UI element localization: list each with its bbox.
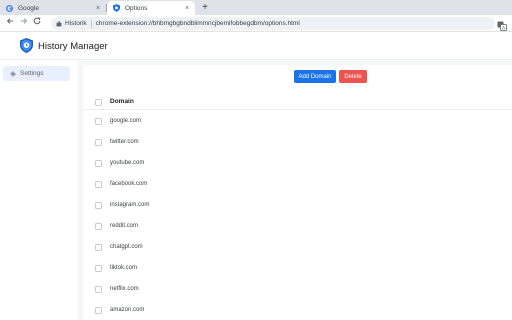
table-row: google.com xyxy=(83,111,512,132)
row-checkbox[interactable] xyxy=(95,118,102,125)
domain-cell: twitter.com xyxy=(110,139,139,145)
table-row: youtube.com xyxy=(83,153,512,174)
table-row: reddit.com xyxy=(83,216,512,237)
row-checkbox[interactable] xyxy=(95,202,102,209)
tab-google[interactable]: Google × xyxy=(0,1,106,15)
domain-cell: netflix.com xyxy=(110,286,139,292)
delete-button[interactable]: Delete xyxy=(339,70,367,83)
domain-cell: tiktok.com xyxy=(110,265,138,271)
sidebar-item-label: Settings xyxy=(20,70,44,77)
domain-cell: chatgpt.com xyxy=(110,244,143,250)
table-header: Domain xyxy=(83,94,512,110)
browser-toolbar: Historik chrome-extension://bhbmgbgbndbl… xyxy=(0,15,512,32)
extension-options-page: History Manager Settings Add Domain Dele… xyxy=(0,33,512,320)
url-text: chrome-extension://bhbmgbgbndblimmncjbem… xyxy=(95,20,300,27)
row-checkbox[interactable] xyxy=(95,307,102,314)
back-icon[interactable] xyxy=(4,17,16,29)
shield-icon xyxy=(113,4,120,12)
row-checkbox[interactable] xyxy=(95,286,102,293)
gear-icon xyxy=(10,71,16,76)
address-bar[interactable]: Historik chrome-extension://bhbmgbgbndbl… xyxy=(51,17,495,30)
tab-title: Options xyxy=(125,4,148,12)
forward-icon[interactable] xyxy=(18,17,30,29)
site-info-chip[interactable]: Historik xyxy=(56,19,92,28)
table-row: amazon.com xyxy=(83,300,512,320)
new-tab-button[interactable]: + xyxy=(199,1,211,14)
row-checkbox[interactable] xyxy=(95,181,102,188)
shield-logo-icon xyxy=(20,38,33,53)
translate-icon[interactable]: A xyxy=(497,18,507,31)
domain-cell: youtube.com xyxy=(110,160,145,166)
close-tab-icon[interactable]: × xyxy=(93,5,103,12)
row-checkbox[interactable] xyxy=(95,265,102,272)
app-header: History Manager xyxy=(0,33,512,60)
table-row: facebook.com xyxy=(83,174,512,195)
site-chip-label: Historik xyxy=(65,20,87,27)
reload-icon[interactable] xyxy=(31,17,43,29)
domain-cell: google.com xyxy=(110,118,142,124)
table-row: netflix.com xyxy=(83,279,512,300)
row-checkbox[interactable] xyxy=(95,223,102,230)
table-row: twitter.com xyxy=(83,132,512,153)
sidebar-item-settings[interactable]: Settings xyxy=(3,66,70,81)
domain-cell: instagram.com xyxy=(110,202,150,208)
select-all-checkbox[interactable] xyxy=(95,99,102,106)
sidebar: Settings xyxy=(0,61,78,320)
extension-puzzle-icon xyxy=(56,20,62,26)
row-checkbox[interactable] xyxy=(95,139,102,146)
column-header-domain: Domain xyxy=(110,98,134,105)
domain-cell: amazon.com xyxy=(110,307,145,313)
app-title: History Manager xyxy=(38,41,108,52)
table-row: chatgpt.com xyxy=(83,237,512,258)
domain-cell: reddit.com xyxy=(110,223,139,229)
domain-cell: facebook.com xyxy=(110,181,148,187)
close-tab-icon[interactable]: × xyxy=(182,5,192,12)
table-row: instagram.com xyxy=(83,195,512,216)
row-checkbox[interactable] xyxy=(95,160,102,167)
google-icon xyxy=(6,4,13,12)
add-domain-button[interactable]: Add Domain xyxy=(294,70,336,83)
row-checkbox[interactable] xyxy=(95,244,102,251)
table-row: tiktok.com xyxy=(83,258,512,279)
main-content: Add Domain Delete Domain google.com twit… xyxy=(78,61,512,320)
tab-strip: Google × Options × + xyxy=(0,0,512,15)
domain-card: Add Domain Delete Domain google.com twit… xyxy=(83,65,512,320)
tab-title: Google xyxy=(18,4,39,12)
tab-options[interactable]: Options × xyxy=(107,1,195,15)
